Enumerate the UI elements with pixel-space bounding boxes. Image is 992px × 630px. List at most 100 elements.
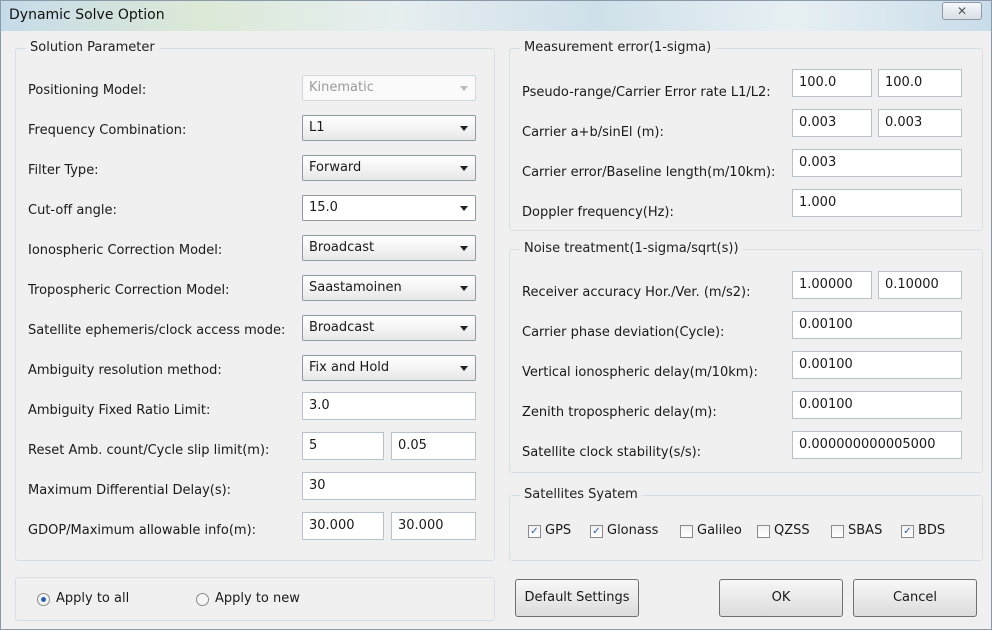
cycle-slip-limit-input[interactable]: 0.05 (391, 432, 476, 460)
clock-stability-label: Satellite clock stability(s/s): (522, 445, 702, 460)
max-diff-delay-input[interactable]: 30 (302, 472, 476, 500)
solution-parameter-group: Solution Parameter Positioning Model: Ki… (15, 40, 495, 561)
checkbox-label-gps[interactable]: GPS (545, 523, 571, 538)
zenith-tropo-label: Zenith tropospheric delay(m): (522, 405, 717, 420)
checkbox-label-glonass[interactable]: Glonass (607, 523, 658, 538)
ambiguity-ratio-input[interactable]: 3.0 (302, 392, 476, 420)
radio-selected-dot (41, 597, 46, 602)
title-bar[interactable]: Dynamic Solve Option ✕ (1, 1, 991, 31)
ambiguity-ratio-label: Ambiguity Fixed Ratio Limit: (28, 403, 211, 418)
noise-treatment-title: Noise treatment(1-sigma/sqrt(s)) (520, 241, 743, 256)
frequency-combination-select[interactable]: L1 (302, 115, 476, 141)
close-button[interactable]: ✕ (942, 2, 982, 20)
check-icon: ✓ (592, 526, 601, 537)
measurement-error-group: Measurement error(1-sigma) Pseudo-range/… (509, 40, 983, 231)
apply-to-all-radio[interactable] (37, 593, 50, 606)
frequency-combination-value: L1 (309, 120, 325, 135)
vertical-iono-label: Vertical ionospheric delay(m/10km): (522, 365, 758, 380)
dialog-window: Dynamic Solve Option ✕ Solution Paramete… (0, 0, 992, 630)
checkbox-label-galileo[interactable]: Galileo (697, 523, 742, 538)
frequency-combination-label: Frequency Combination: (28, 123, 187, 138)
ok-button[interactable]: OK (719, 579, 843, 617)
solution-parameter-title: Solution Parameter (26, 40, 159, 55)
pseudo-range-l2-input[interactable]: 100.0 (878, 69, 962, 97)
carrier-ab-label: Carrier a+b/sinEl (m): (522, 125, 664, 140)
check-icon: ✓ (530, 526, 539, 537)
vertical-iono-input[interactable]: 0.00100 (792, 351, 962, 379)
ambiguity-method-label: Ambiguity resolution method: (28, 363, 222, 378)
checkbox-qzss[interactable] (757, 525, 770, 538)
carrier-b-input[interactable]: 0.003 (878, 109, 962, 137)
filter-type-label: Filter Type: (28, 163, 99, 178)
window-title: Dynamic Solve Option (9, 7, 165, 23)
gdop-input[interactable]: 30.000 (302, 512, 384, 540)
cancel-button[interactable]: Cancel (853, 579, 977, 617)
apply-to-all-label[interactable]: Apply to all (56, 591, 129, 606)
satellites-system-title: Satellites Syatem (520, 487, 642, 502)
apply-group: Apply to all Apply to new (15, 577, 495, 621)
gdop-label: GDOP/Maximum allowable info(m): (28, 523, 257, 538)
receiver-accuracy-ver-input[interactable]: 0.10000 (878, 271, 962, 299)
dialog-body: Solution Parameter Positioning Model: Ki… (7, 31, 985, 625)
checkbox-label-bds[interactable]: BDS (918, 523, 945, 538)
ionospheric-model-label: Ionospheric Correction Model: (28, 243, 223, 258)
checkbox-galileo[interactable] (680, 525, 693, 538)
cutoff-angle-label: Cut-off angle: (28, 203, 117, 218)
chevron-down-icon (460, 326, 468, 331)
chevron-down-icon (460, 286, 468, 291)
chevron-down-icon (460, 246, 468, 251)
filter-type-value: Forward (309, 160, 362, 175)
tropospheric-model-select[interactable]: Saastamoinen (302, 275, 476, 301)
zenith-tropo-input[interactable]: 0.00100 (792, 391, 962, 419)
pseudo-range-label: Pseudo-range/Carrier Error rate L1/L2: (522, 85, 771, 100)
apply-to-new-label[interactable]: Apply to new (215, 591, 300, 606)
max-diff-delay-label: Maximum Differential Delay(s): (28, 483, 232, 498)
chevron-down-icon (460, 126, 468, 131)
chevron-down-icon (460, 166, 468, 171)
positioning-model-label: Positioning Model: (28, 83, 147, 98)
carrier-baseline-input[interactable]: 0.003 (792, 149, 962, 177)
doppler-input[interactable]: 1.000 (792, 189, 962, 217)
ephemeris-mode-label: Satellite ephemeris/clock access mode: (28, 323, 286, 338)
max-allowable-info-input[interactable]: 30.000 (391, 512, 476, 540)
carrier-phase-input[interactable]: 0.00100 (792, 311, 962, 339)
reset-amb-count-input[interactable]: 5 (302, 432, 384, 460)
tropospheric-model-value: Saastamoinen (309, 280, 402, 295)
cutoff-angle-select[interactable]: 15.0 (302, 195, 476, 221)
ambiguity-method-select[interactable]: Fix and Hold (302, 355, 476, 381)
ephemeris-mode-select[interactable]: Broadcast (302, 315, 476, 341)
checkbox-gps[interactable]: ✓ (528, 525, 541, 538)
chevron-down-icon (460, 206, 468, 211)
checkbox-label-sbas[interactable]: SBAS (848, 523, 882, 538)
filter-type-select[interactable]: Forward (302, 155, 476, 181)
carrier-baseline-label: Carrier error/Baseline length(m/10km): (522, 165, 776, 180)
chevron-down-icon (460, 86, 468, 91)
carrier-phase-label: Carrier phase deviation(Cycle): (522, 325, 725, 340)
ionospheric-model-value: Broadcast (309, 240, 375, 255)
noise-treatment-group: Noise treatment(1-sigma/sqrt(s)) Receive… (509, 241, 983, 473)
check-icon: ✓ (903, 526, 912, 537)
ambiguity-method-value: Fix and Hold (309, 360, 390, 375)
checkbox-bds[interactable]: ✓ (901, 525, 914, 538)
tropospheric-model-label: Tropospheric Correction Model: (28, 283, 230, 298)
ephemeris-mode-value: Broadcast (309, 320, 375, 335)
apply-to-new-radio[interactable] (196, 593, 209, 606)
reset-amb-label: Reset Amb. count/Cycle slip limit(m): (28, 443, 270, 458)
ionospheric-model-select[interactable]: Broadcast (302, 235, 476, 261)
checkbox-label-qzss[interactable]: QZSS (774, 523, 810, 538)
receiver-accuracy-label: Receiver accuracy Hor./Ver. (m/s2): (522, 285, 751, 300)
clock-stability-input[interactable]: 0.000000000005000 (792, 431, 962, 459)
satellites-system-group: Satellites Syatem ✓ GPS ✓ Glonass Galileo QZS… (509, 487, 983, 561)
receiver-accuracy-hor-input[interactable]: 1.00000 (792, 271, 872, 299)
positioning-model-select[interactable]: Kinematic (302, 75, 476, 101)
pseudo-range-l1-input[interactable]: 100.0 (792, 69, 872, 97)
carrier-a-input[interactable]: 0.003 (792, 109, 872, 137)
default-settings-button[interactable]: Default Settings (515, 579, 639, 617)
chevron-down-icon (460, 366, 468, 371)
cutoff-angle-value: 15.0 (309, 200, 338, 215)
close-icon: ✕ (956, 4, 968, 18)
doppler-label: Doppler frequency(Hz): (522, 205, 674, 220)
checkbox-sbas[interactable] (831, 525, 844, 538)
measurement-error-title: Measurement error(1-sigma) (520, 40, 716, 55)
checkbox-glonass[interactable]: ✓ (590, 525, 603, 538)
